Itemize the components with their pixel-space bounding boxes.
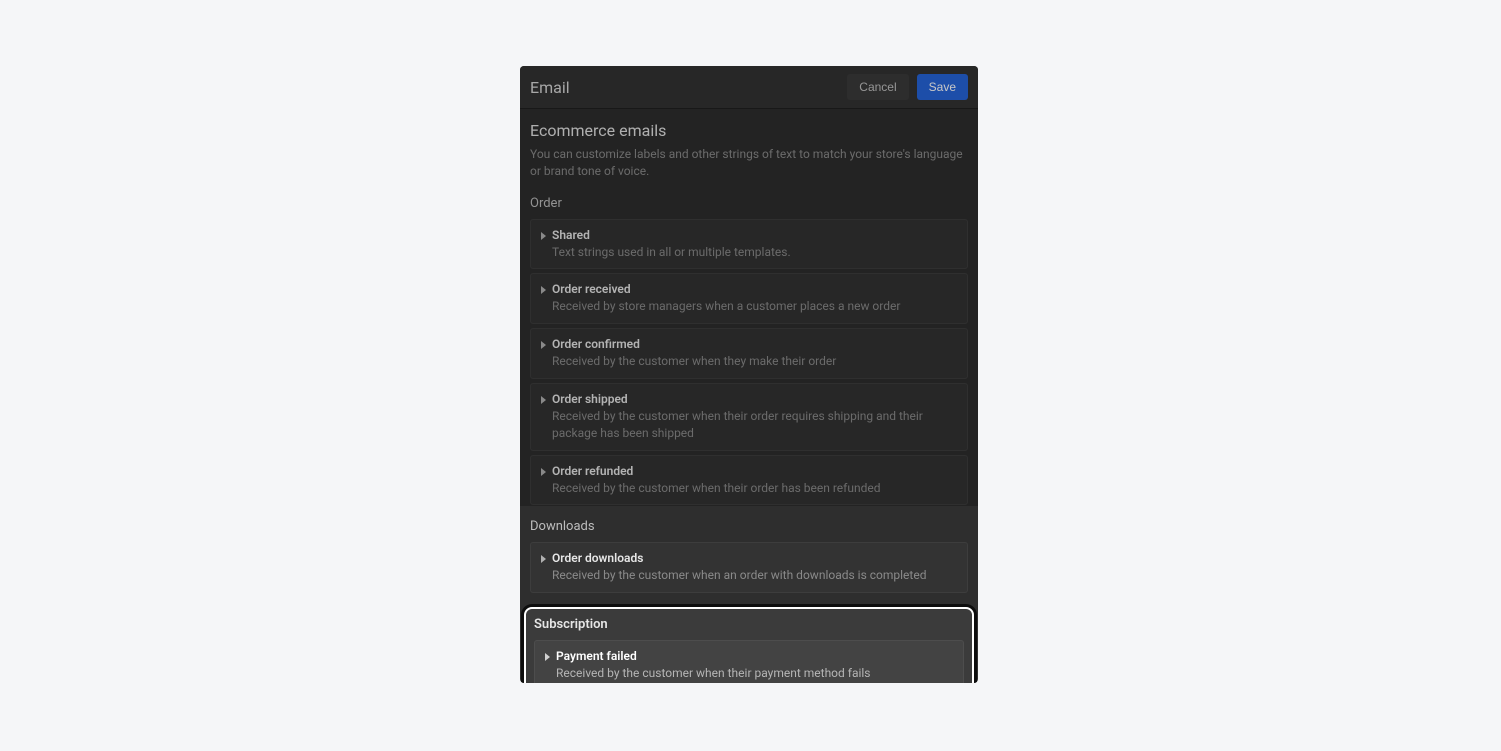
item-title: Order confirmed [552,337,957,351]
cancel-button[interactable]: Cancel [847,74,908,100]
chevron-right-icon [541,286,546,294]
item-text: Order confirmed Received by the customer… [552,337,957,370]
group-order-title: Order [530,196,968,211]
item-order-shipped[interactable]: Order shipped Received by the customer w… [530,383,968,451]
item-order-refunded[interactable]: Order refunded Received by the customer … [530,455,968,506]
item-title: Order refunded [552,464,957,478]
item-text: Order shipped Received by the customer w… [552,392,957,442]
item-desc: Received by store managers when a custom… [552,298,957,315]
item-desc: Text strings used in all or multiple tem… [552,244,957,261]
item-desc: Received by the customer when they make … [552,353,957,370]
group-downloads-title: Downloads [530,519,968,534]
item-text: Order refunded Received by the customer … [552,464,957,497]
item-desc: Received by the customer when their orde… [552,480,957,497]
group-downloads: Downloads Order downloads Received by th… [530,519,968,593]
item-title: Order downloads [552,551,957,565]
chevron-right-icon [545,653,550,661]
item-desc: Received by the customer when their paym… [556,665,953,682]
panel-body[interactable]: Ecommerce emails You can customize label… [520,109,978,683]
item-payment-failed[interactable]: Payment failed Received by the customer … [534,640,964,683]
section-title: Ecommerce emails [530,121,968,140]
item-desc: Received by the customer when their orde… [552,408,957,442]
group-order: Order Shared Text strings used in all or… [530,196,968,506]
item-desc: Received by the customer when an order w… [552,567,957,584]
chevron-right-icon [541,232,546,240]
header-buttons: Cancel Save [847,74,968,100]
item-text: Payment failed Received by the customer … [556,649,953,682]
item-text: Order downloads Received by the customer… [552,551,957,584]
item-title: Shared [552,228,957,242]
item-shared[interactable]: Shared Text strings used in all or multi… [530,219,968,270]
panel-title: Email [530,78,570,97]
item-order-confirmed[interactable]: Order confirmed Received by the customer… [530,328,968,379]
item-title: Order received [552,282,957,296]
email-settings-panel: Email Cancel Save Ecommerce emails You c… [520,66,978,683]
group-subscription-title: Subscription [534,617,964,632]
item-title: Payment failed [556,649,953,663]
chevron-right-icon [541,468,546,476]
section-description: You can customize labels and other strin… [530,146,968,180]
chevron-right-icon [541,341,546,349]
save-button[interactable]: Save [917,74,968,100]
item-order-received[interactable]: Order received Received by store manager… [530,273,968,324]
item-title: Order shipped [552,392,957,406]
chevron-right-icon [541,396,546,404]
item-order-downloads[interactable]: Order downloads Received by the customer… [530,542,968,593]
panel-header: Email Cancel Save [520,66,978,109]
group-subscription-highlight: Subscription Payment failed Received by … [524,607,974,683]
chevron-right-icon [541,555,546,563]
item-text: Order received Received by store manager… [552,282,957,315]
item-text: Shared Text strings used in all or multi… [552,228,957,261]
